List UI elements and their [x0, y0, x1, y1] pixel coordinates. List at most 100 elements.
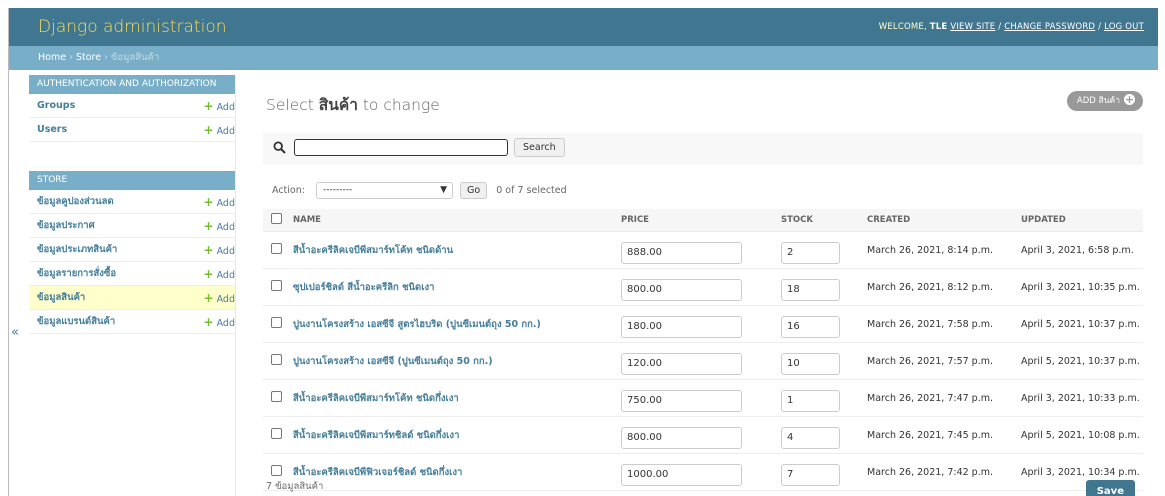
table-row: สีน้ำอะครีลิคเจบีพีสมาร์ทชิลด์ ชนิดกึ่งเ…: [263, 416, 1143, 454]
sidebar-item-label[interactable]: ข้อมูลรายการสั่งซื้อ: [37, 266, 116, 281]
price-input[interactable]: 750.00: [621, 390, 742, 412]
table-header-row: NAME PRICE STOCK CREATED UPDATED: [263, 209, 1143, 232]
updated-cell: April 3, 2021, 6:58 p.m.: [1013, 231, 1143, 269]
add-link[interactable]: + Add: [204, 267, 235, 281]
product-name-link[interactable]: สีน้ำอะครีลิคเจบีพีสมาร์ทโค้ท ชนิดกึ่งเง…: [285, 379, 613, 417]
price-input[interactable]: 800.00: [621, 427, 742, 449]
logout-link[interactable]: LOG OUT: [1104, 22, 1144, 32]
add-link[interactable]: + Add: [204, 195, 235, 209]
select-all-cell: [263, 209, 285, 232]
search-button[interactable]: Search: [514, 138, 565, 157]
select-all-checkbox[interactable]: [271, 213, 282, 224]
search-toolbar: Search: [263, 133, 1143, 165]
stock-input[interactable]: 10: [781, 353, 840, 375]
stock-cell: 2: [773, 231, 859, 269]
product-name-link[interactable]: สีน้ำอะครีลิคเจบีพีฟิวเจอร์ชิลด์ ชนิดกึ่…: [285, 453, 613, 491]
created-cell: March 26, 2021, 7:45 p.m.: [859, 416, 1013, 454]
stock-input[interactable]: 18: [781, 279, 840, 301]
stock-input[interactable]: 2: [781, 242, 840, 264]
sidebar-item-users[interactable]: Users + Add: [29, 118, 235, 142]
row-checkbox[interactable]: [271, 354, 282, 365]
column-header-name[interactable]: NAME: [285, 209, 613, 232]
plus-icon: +: [203, 266, 214, 281]
column-header-updated[interactable]: UPDATED: [1013, 209, 1143, 232]
separator: /: [1098, 22, 1102, 32]
created-cell: March 26, 2021, 8:14 p.m.: [859, 231, 1013, 269]
stock-input[interactable]: 16: [781, 316, 840, 338]
sidebar-item-label[interactable]: ข้อมูลประเภทสินค้า: [37, 242, 117, 257]
product-name-link[interactable]: สีน้ำอะครีลิคเจบีพีสมาร์ทโค้ท ชนิดด้าน: [285, 231, 613, 269]
column-header-stock[interactable]: STOCK: [773, 209, 859, 232]
sidebar-item-label[interactable]: Groups: [37, 100, 75, 111]
table-row: ปูนงานโครงสร้าง เอสซีจี สูตรไฮบริด (ปูนซ…: [263, 305, 1143, 343]
search-input[interactable]: [293, 139, 508, 156]
result-list: NAME PRICE STOCK CREATED UPDATED สีน้ำอะ…: [263, 209, 1143, 491]
add-label: Add: [216, 197, 235, 209]
breadcrumb-separator: ›: [104, 52, 108, 63]
sidebar-item-label[interactable]: ข้อมูลคูปองส่วนลด: [37, 194, 114, 209]
row-checkbox[interactable]: [271, 391, 282, 402]
product-name-link[interactable]: ปูนงานโครงสร้าง เอสซีจี (ปูนซีเมนต์ถุง 5…: [285, 342, 613, 380]
sidebar-item-label[interactable]: ข้อมูลสินค้า: [37, 290, 85, 305]
row-checkbox[interactable]: [271, 317, 282, 328]
price-input[interactable]: 1000.00: [621, 464, 742, 486]
stock-input[interactable]: 7: [781, 464, 840, 486]
sidebar-item-label[interactable]: ข้อมูลแบรนด์สินค้า: [37, 314, 115, 329]
sidebar-item-coupons[interactable]: ข้อมูลคูปองส่วนลด + Add: [29, 190, 235, 214]
updated-cell: April 5, 2021, 10:37 p.m.: [1013, 342, 1143, 380]
add-product-button[interactable]: ADD สินค้า +: [1066, 91, 1143, 111]
add-groups-link[interactable]: + Add: [204, 99, 235, 113]
sidebar-item-orders[interactable]: ข้อมูลรายการสั่งซื้อ + Add: [29, 262, 235, 286]
plus-icon: +: [1124, 93, 1135, 106]
row-checkbox[interactable]: [271, 428, 282, 439]
module-caption-store[interactable]: STORE: [29, 171, 235, 190]
sidebar-item-categories[interactable]: ข้อมูลประเภทสินค้า + Add: [29, 238, 235, 262]
price-input[interactable]: 120.00: [621, 353, 742, 375]
price-input[interactable]: 180.00: [621, 316, 742, 338]
change-password-link[interactable]: CHANGE PASSWORD: [1004, 22, 1095, 32]
breadcrumb-home[interactable]: Home: [38, 52, 66, 63]
chevron-down-icon: ▼: [440, 185, 447, 195]
action-select[interactable]: --------- ▼: [315, 182, 453, 199]
row-checkbox[interactable]: [271, 243, 282, 254]
column-header-created[interactable]: CREATED: [859, 209, 1013, 232]
add-link[interactable]: + Add: [204, 315, 235, 329]
sidebar-item-label[interactable]: ข้อมูลประกาศ: [37, 218, 95, 233]
sidebar-item-groups[interactable]: Groups + Add: [29, 94, 235, 118]
breadcrumb-store[interactable]: Store: [76, 52, 101, 63]
admin-frame: Django administration WELCOME, TLE VIEW …: [8, 8, 1158, 496]
module-caption-auth[interactable]: AUTHENTICATION AND AUTHORIZATION: [29, 75, 235, 94]
add-link[interactable]: + Add: [204, 219, 235, 233]
sidebar-item-announcements[interactable]: ข้อมูลประกาศ + Add: [29, 214, 235, 238]
view-site-link[interactable]: VIEW SITE: [950, 22, 995, 32]
add-users-link[interactable]: + Add: [204, 123, 235, 137]
row-select-cell: [263, 379, 285, 417]
stock-cell: 10: [773, 342, 859, 380]
collapse-sidebar-icon[interactable]: «: [11, 325, 19, 340]
stock-input[interactable]: 4: [781, 427, 840, 449]
row-checkbox[interactable]: [271, 465, 282, 476]
stock-input[interactable]: 1: [781, 390, 840, 412]
sidebar-item-label[interactable]: Users: [37, 124, 67, 135]
add-link[interactable]: + Add: [204, 243, 235, 257]
go-button[interactable]: Go: [460, 182, 488, 199]
stock-cell: 7: [773, 453, 859, 491]
row-checkbox[interactable]: [271, 280, 282, 291]
sidebar-item-products[interactable]: ข้อมูลสินค้า + Add: [29, 286, 235, 310]
title-model: สินค้า: [318, 96, 358, 114]
price-input[interactable]: 800.00: [621, 279, 742, 301]
price-cell: 750.00: [613, 379, 773, 417]
add-link[interactable]: + Add: [204, 291, 235, 305]
product-name-link[interactable]: ซุปเปอร์ชิลด์ สีน้ำอะครีลิก ชนิดเงา: [285, 268, 613, 306]
row-select-cell: [263, 342, 285, 380]
site-brand[interactable]: Django administration: [38, 17, 227, 37]
save-button[interactable]: Save: [1085, 480, 1135, 496]
breadcrumb-current: ข้อมูลสินค้า: [110, 52, 160, 63]
plus-icon: +: [203, 122, 214, 137]
column-header-price[interactable]: PRICE: [613, 209, 773, 232]
separator: /: [998, 22, 1002, 32]
sidebar-item-brands[interactable]: ข้อมูลแบรนด์สินค้า + Add: [29, 310, 235, 334]
product-name-link[interactable]: สีน้ำอะครีลิคเจบีพีสมาร์ทชิลด์ ชนิดกึ่งเ…: [285, 416, 613, 454]
product-name-link[interactable]: ปูนงานโครงสร้าง เอสซีจี สูตรไฮบริด (ปูนซ…: [285, 305, 613, 343]
price-input[interactable]: 888.00: [621, 242, 742, 264]
